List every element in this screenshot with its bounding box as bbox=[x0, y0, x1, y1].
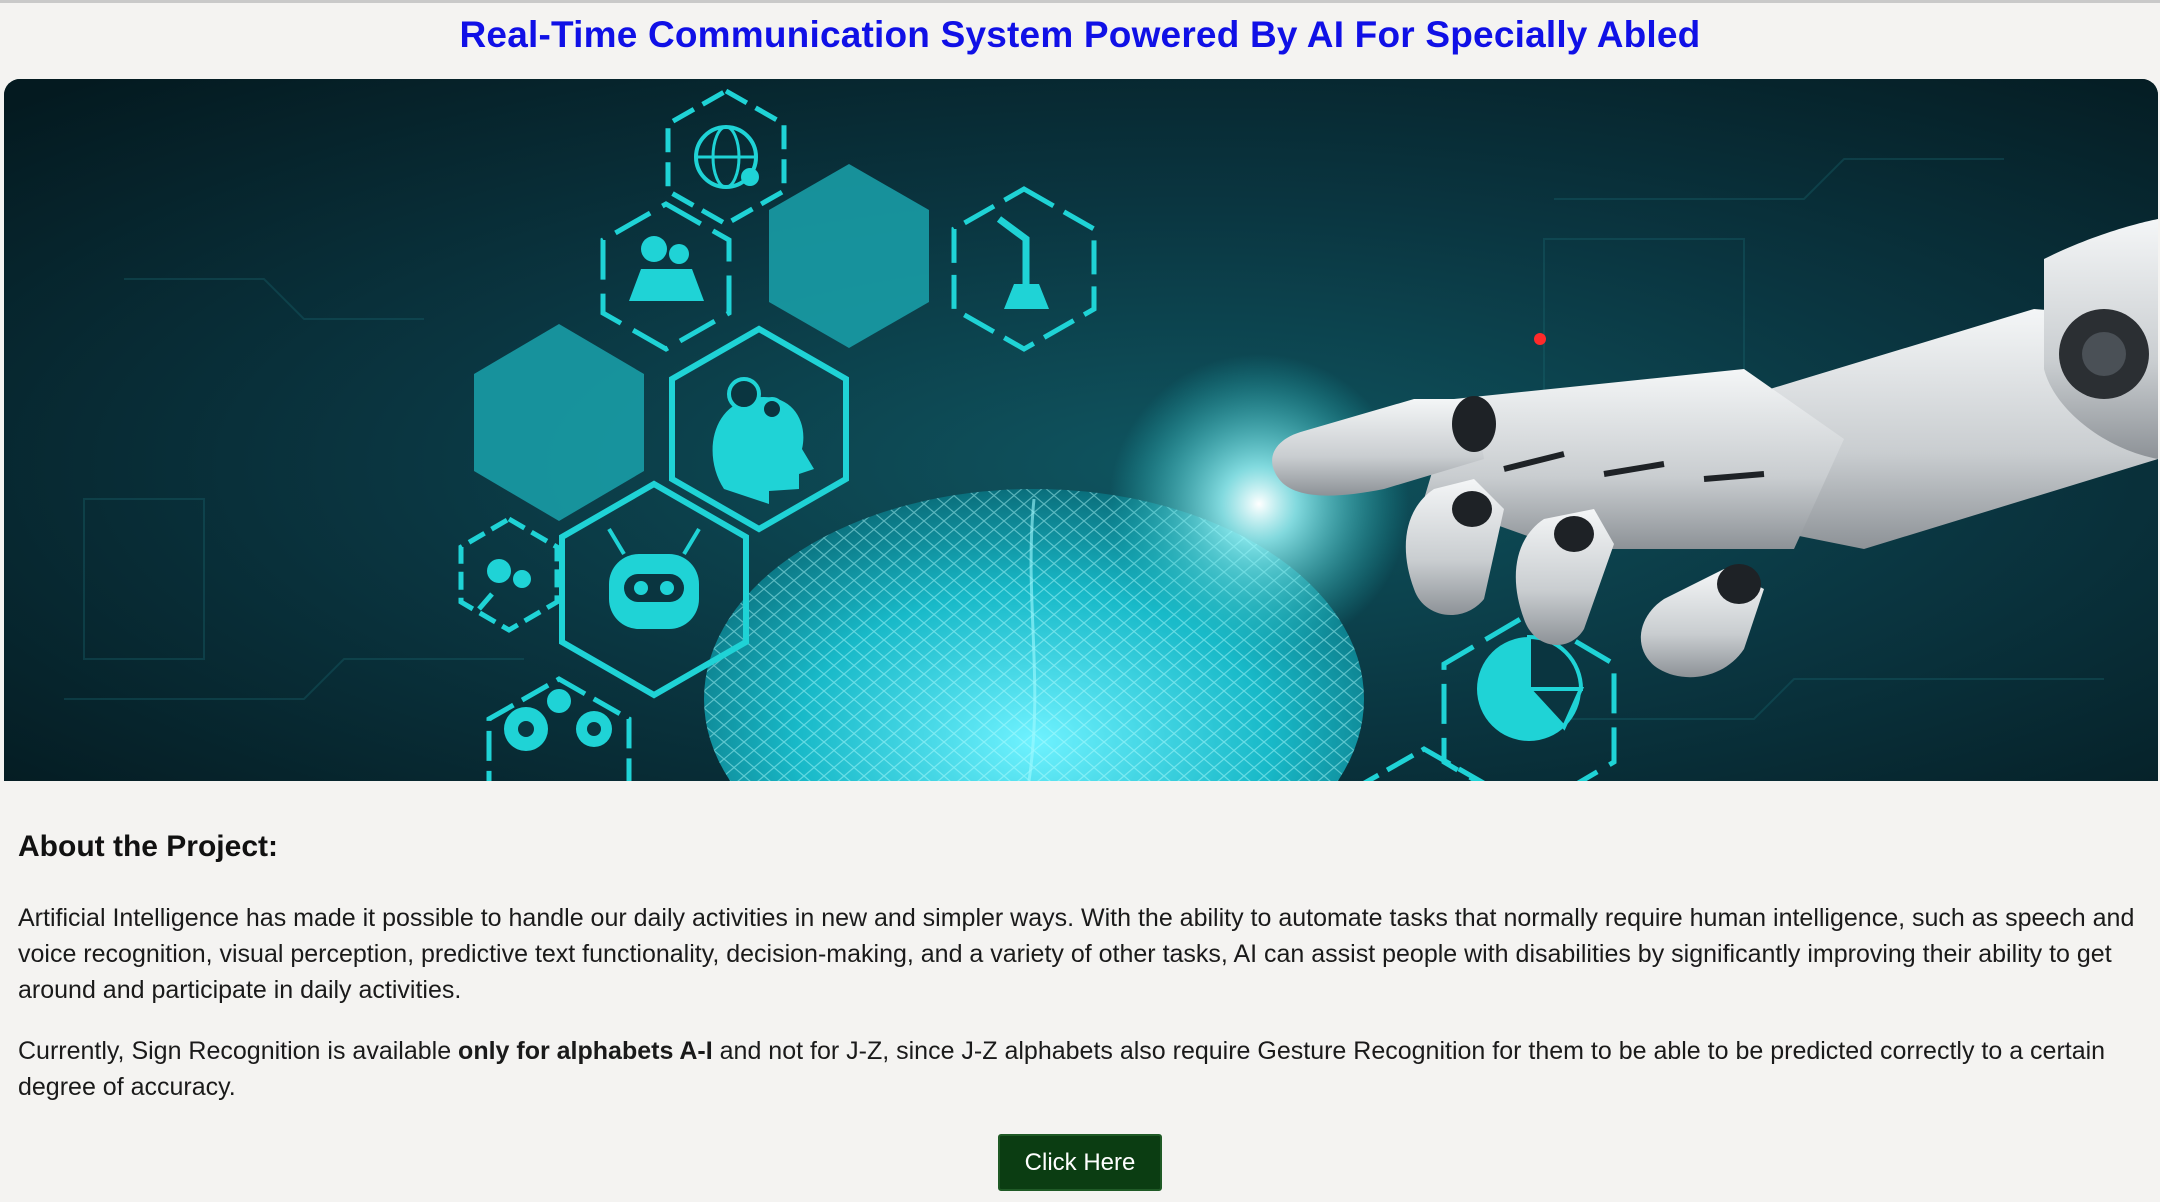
click-here-button[interactable]: Click Here bbox=[998, 1134, 1162, 1191]
paragraph-2-prefix: Currently, Sign Recognition is available bbox=[18, 1037, 459, 1065]
paragraph-2-bold: only for alphabets A-I bbox=[458, 1037, 713, 1065]
hero-image bbox=[4, 79, 2158, 781]
about-paragraph-2: Currently, Sign Recognition is available… bbox=[18, 1033, 2146, 1105]
top-border bbox=[0, 0, 2160, 3]
about-heading: About the Project: bbox=[18, 830, 278, 863]
about-paragraph-1: Artificial Intelligence has made it poss… bbox=[18, 904, 2135, 1004]
page-title: Real-Time Communication System Powered B… bbox=[459, 14, 1701, 55]
